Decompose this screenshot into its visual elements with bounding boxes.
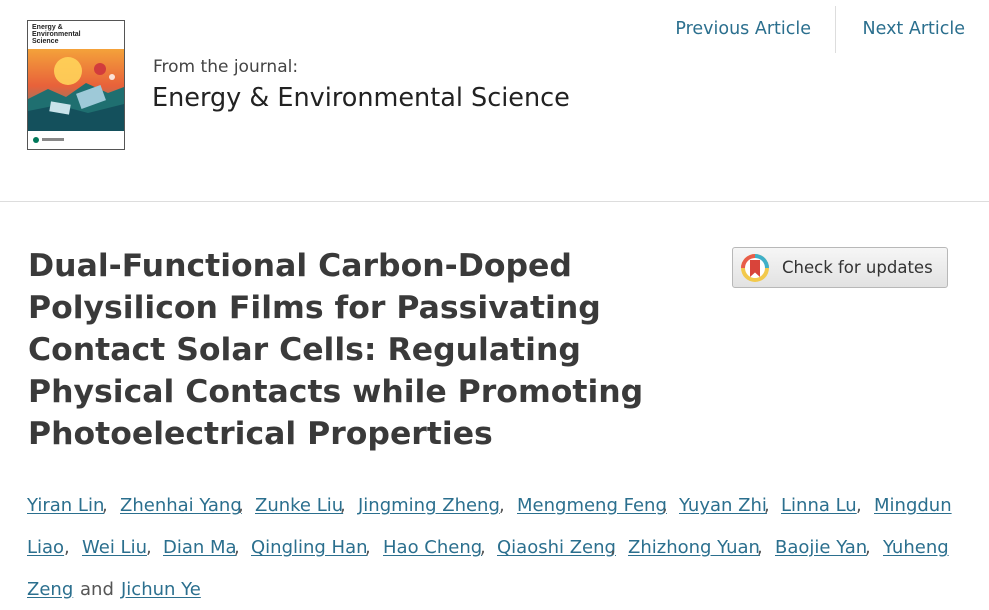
- cover-footer-line: [42, 138, 64, 141]
- article-title-line: Contact Solar Cells: Regulating: [28, 332, 581, 368]
- nav-divider: [835, 6, 836, 53]
- author-link[interactable]: Jingming Zheng: [358, 495, 500, 516]
- author-link[interactable]: Qiaoshi Zeng: [497, 537, 616, 558]
- author-link[interactable]: Linna Lu: [781, 495, 857, 516]
- author-link[interactable]: Baojie Yan: [775, 537, 867, 558]
- article-title-line: Polysilicon Films for Passivating: [28, 290, 601, 326]
- author-link[interactable]: Wei Liu: [82, 537, 147, 558]
- author-conjunction: and: [80, 579, 114, 600]
- cover-title: Energy & Environmental Science: [32, 24, 81, 45]
- journal-name[interactable]: Energy & Environmental Science: [152, 83, 570, 113]
- article-title-line: Physical Contacts while Promoting: [28, 374, 644, 410]
- author-link[interactable]: Yiran Lin: [27, 495, 104, 516]
- crossmark-icon: [741, 254, 769, 282]
- author-separator: ,: [64, 537, 70, 558]
- author-separator: ,: [856, 495, 862, 516]
- author-link[interactable]: Liao: [27, 537, 64, 558]
- next-article-link[interactable]: Next Article: [863, 19, 965, 39]
- cover-art: [28, 49, 124, 131]
- author-link[interactable]: Jichun Ye: [121, 579, 201, 600]
- previous-article-link[interactable]: Previous Article: [675, 19, 811, 39]
- author-link[interactable]: Zunke Liu: [255, 495, 343, 516]
- author-link[interactable]: Mengmeng Feng: [517, 495, 667, 516]
- author-link[interactable]: Zeng: [27, 579, 73, 600]
- author-link[interactable]: Yuyan Zhi: [679, 495, 767, 516]
- article-title: Dual-Functional Carbon-Doped Polysilicon…: [28, 245, 668, 455]
- journal-header: Energy & Environmental Science From the …: [0, 0, 989, 202]
- journal-cover-image[interactable]: Energy & Environmental Science: [27, 20, 125, 150]
- check-for-updates-button[interactable]: Check for updates: [732, 247, 948, 288]
- author-link[interactable]: Zhenhai Yang: [120, 495, 242, 516]
- author-link[interactable]: Qingling Han: [251, 537, 368, 558]
- author-link[interactable]: Mingdun: [874, 495, 952, 516]
- from-journal-label: From the journal:: [153, 57, 299, 77]
- rsc-logo-icon: [33, 137, 39, 143]
- author-link[interactable]: Dian Ma: [163, 537, 237, 558]
- article-title-line: Dual-Functional Carbon-Doped: [28, 248, 572, 284]
- author-link[interactable]: Zhizhong Yuan: [628, 537, 760, 558]
- check-for-updates-label: Check for updates: [782, 258, 933, 277]
- author-link[interactable]: Hao Cheng: [383, 537, 482, 558]
- article-title-line: Photoelectrical Properties: [28, 416, 493, 452]
- author-link[interactable]: Yuheng: [883, 537, 949, 558]
